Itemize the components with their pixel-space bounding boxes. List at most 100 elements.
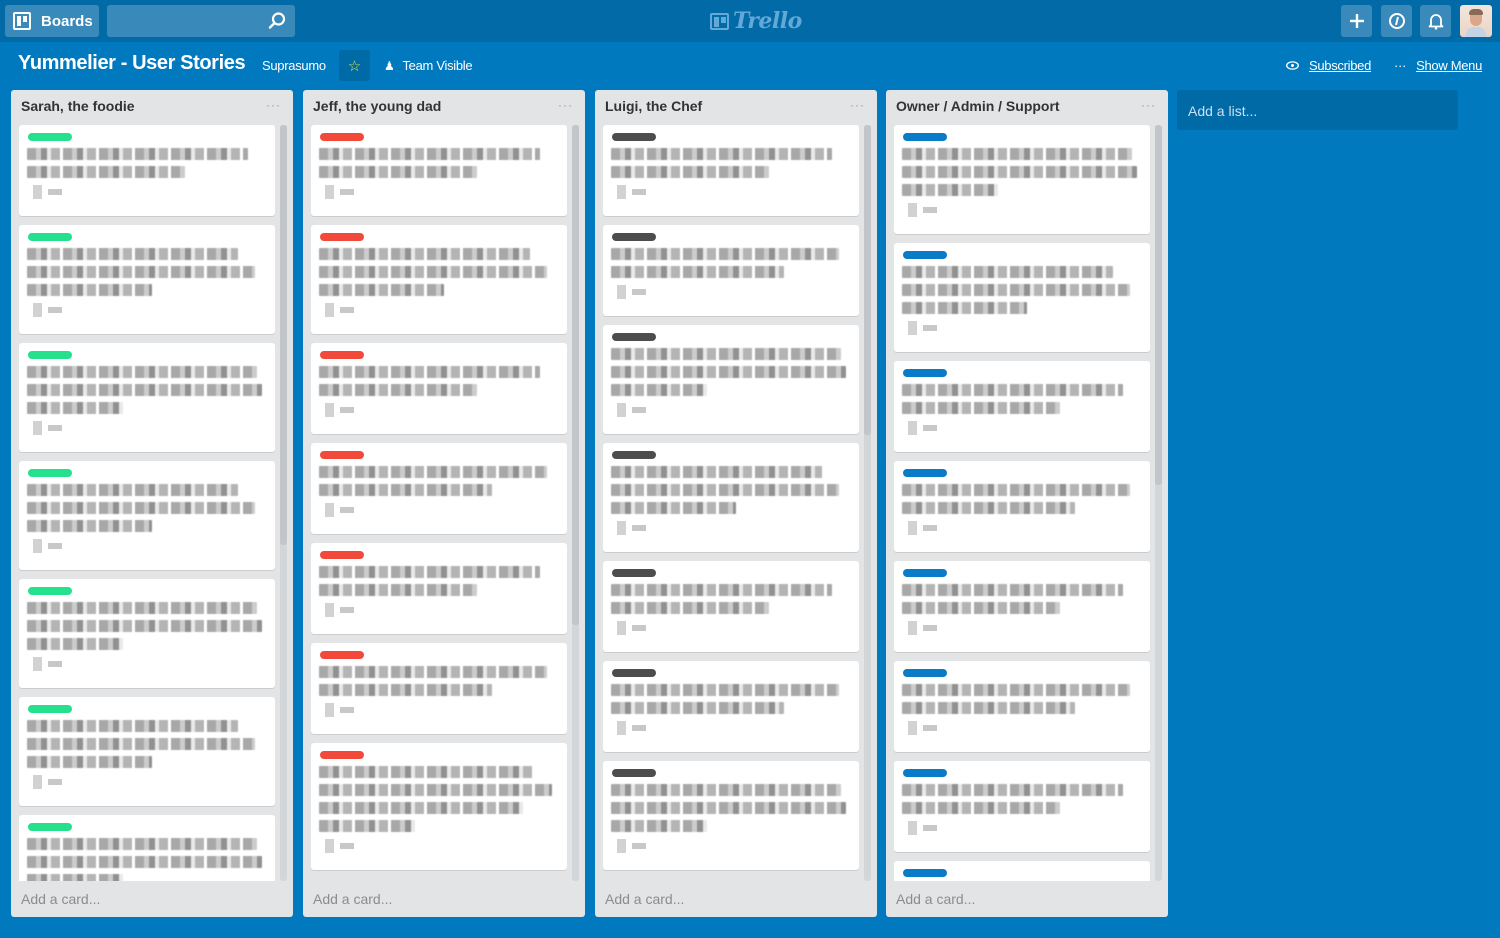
description-icon bbox=[33, 539, 42, 553]
card-label-blue bbox=[903, 251, 947, 259]
more-dots-icon: ··· bbox=[1394, 58, 1407, 73]
description-icon bbox=[908, 721, 917, 735]
badge-count bbox=[923, 425, 937, 431]
card-title-blurred-line bbox=[319, 484, 492, 496]
list-scrollbar[interactable] bbox=[572, 125, 579, 881]
card-title-blurred-line bbox=[902, 584, 1123, 596]
scrollbar-thumb[interactable] bbox=[1155, 125, 1162, 485]
card[interactable] bbox=[19, 125, 275, 216]
add-icon bbox=[1349, 14, 1364, 28]
card-badges bbox=[902, 320, 1142, 336]
card[interactable] bbox=[311, 643, 567, 734]
list-title[interactable]: Owner / Admin / Support bbox=[896, 98, 1060, 114]
card[interactable] bbox=[311, 743, 567, 870]
card[interactable] bbox=[603, 125, 859, 216]
scrollbar-thumb[interactable] bbox=[864, 125, 871, 435]
card[interactable] bbox=[19, 697, 275, 806]
card[interactable] bbox=[603, 443, 859, 552]
card-label-dark bbox=[612, 233, 656, 241]
add-card-button[interactable]: Add a card... bbox=[21, 891, 100, 907]
card-list bbox=[603, 125, 861, 881]
badge-count bbox=[923, 625, 937, 631]
board-title[interactable]: Yummelier - User Stories bbox=[18, 52, 246, 75]
card[interactable] bbox=[19, 225, 275, 334]
card[interactable] bbox=[603, 661, 859, 752]
card[interactable] bbox=[894, 761, 1150, 852]
card-title-blurred-line bbox=[319, 248, 531, 260]
card[interactable] bbox=[603, 561, 859, 652]
search-icon[interactable] bbox=[267, 11, 287, 31]
card-badges bbox=[27, 420, 267, 436]
scrollbar-thumb[interactable] bbox=[280, 125, 287, 545]
list-menu-icon[interactable]: ··· bbox=[1141, 98, 1156, 112]
card-title-blurred-line bbox=[27, 402, 123, 414]
card-badges bbox=[611, 284, 851, 300]
add-button[interactable] bbox=[1341, 5, 1372, 37]
card[interactable] bbox=[19, 815, 275, 881]
card-label-green bbox=[28, 351, 72, 359]
board-organization[interactable]: Suprasumo bbox=[262, 58, 326, 73]
card[interactable] bbox=[311, 343, 567, 434]
card[interactable] bbox=[603, 325, 859, 434]
card[interactable] bbox=[603, 761, 859, 870]
card[interactable] bbox=[894, 461, 1150, 552]
list-2: Luigi, the Chef ··· Add a card... bbox=[595, 90, 877, 917]
card[interactable] bbox=[894, 125, 1150, 234]
badge-count bbox=[632, 189, 646, 195]
card[interactable] bbox=[894, 561, 1150, 652]
card[interactable] bbox=[311, 543, 567, 634]
card-badges bbox=[27, 302, 267, 318]
list-title[interactable]: Sarah, the foodie bbox=[21, 98, 135, 114]
card-title-blurred-line bbox=[27, 366, 258, 378]
card[interactable] bbox=[311, 225, 567, 334]
card-title-blurred-line bbox=[902, 402, 1061, 414]
card[interactable] bbox=[311, 443, 567, 534]
card[interactable] bbox=[603, 225, 859, 316]
list-title[interactable]: Luigi, the Chef bbox=[605, 98, 702, 114]
list-menu-icon[interactable]: ··· bbox=[266, 98, 281, 112]
card-label-blue bbox=[903, 369, 947, 377]
list-title[interactable]: Jeff, the young dad bbox=[313, 98, 441, 114]
card[interactable] bbox=[311, 125, 567, 216]
card[interactable] bbox=[19, 343, 275, 452]
card-badges bbox=[319, 702, 559, 718]
card[interactable] bbox=[19, 461, 275, 570]
description-icon bbox=[325, 603, 334, 617]
scrollbar-thumb[interactable] bbox=[572, 125, 579, 625]
card-title-blurred-line bbox=[319, 366, 540, 378]
card-title-blurred-line bbox=[27, 248, 239, 260]
card[interactable] bbox=[894, 361, 1150, 452]
add-card-button[interactable]: Add a card... bbox=[313, 891, 392, 907]
card-title-blurred-line bbox=[319, 666, 547, 678]
list-scrollbar[interactable] bbox=[1155, 125, 1162, 881]
list-scrollbar[interactable] bbox=[864, 125, 871, 881]
add-card-button[interactable]: Add a card... bbox=[605, 891, 684, 907]
visibility-button[interactable]: ♟ Team Visible bbox=[384, 58, 473, 73]
card-title-blurred-line bbox=[319, 584, 478, 596]
card[interactable] bbox=[894, 661, 1150, 752]
badge-count bbox=[632, 725, 646, 731]
notifications-button[interactable] bbox=[1420, 5, 1451, 37]
card-title-blurred-line bbox=[319, 384, 478, 396]
card[interactable] bbox=[894, 861, 1150, 881]
card-title-blurred-line bbox=[27, 284, 152, 296]
card[interactable] bbox=[19, 579, 275, 688]
show-menu-button[interactable]: ··· Show Menu bbox=[1394, 58, 1482, 73]
boards-button[interactable]: Boards bbox=[5, 5, 99, 37]
avatar[interactable] bbox=[1460, 5, 1492, 37]
subscribed-button[interactable]: Subscribed bbox=[1286, 58, 1371, 73]
trello-logo[interactable]: Trello bbox=[710, 8, 802, 34]
card[interactable] bbox=[894, 243, 1150, 352]
card-title-blurred-line bbox=[27, 874, 123, 881]
list-menu-icon[interactable]: ··· bbox=[850, 98, 865, 112]
search-box[interactable] bbox=[107, 5, 295, 37]
card-label-green bbox=[28, 705, 72, 713]
add-card-button[interactable]: Add a card... bbox=[896, 891, 975, 907]
description-icon bbox=[33, 185, 42, 199]
list-scrollbar[interactable] bbox=[280, 125, 287, 881]
info-button[interactable] bbox=[1381, 5, 1412, 37]
add-list-button[interactable]: Add a list... bbox=[1177, 90, 1458, 130]
star-board-button[interactable]: ☆ bbox=[339, 50, 370, 81]
list-menu-icon[interactable]: ··· bbox=[558, 98, 573, 112]
badge-count bbox=[923, 825, 937, 831]
